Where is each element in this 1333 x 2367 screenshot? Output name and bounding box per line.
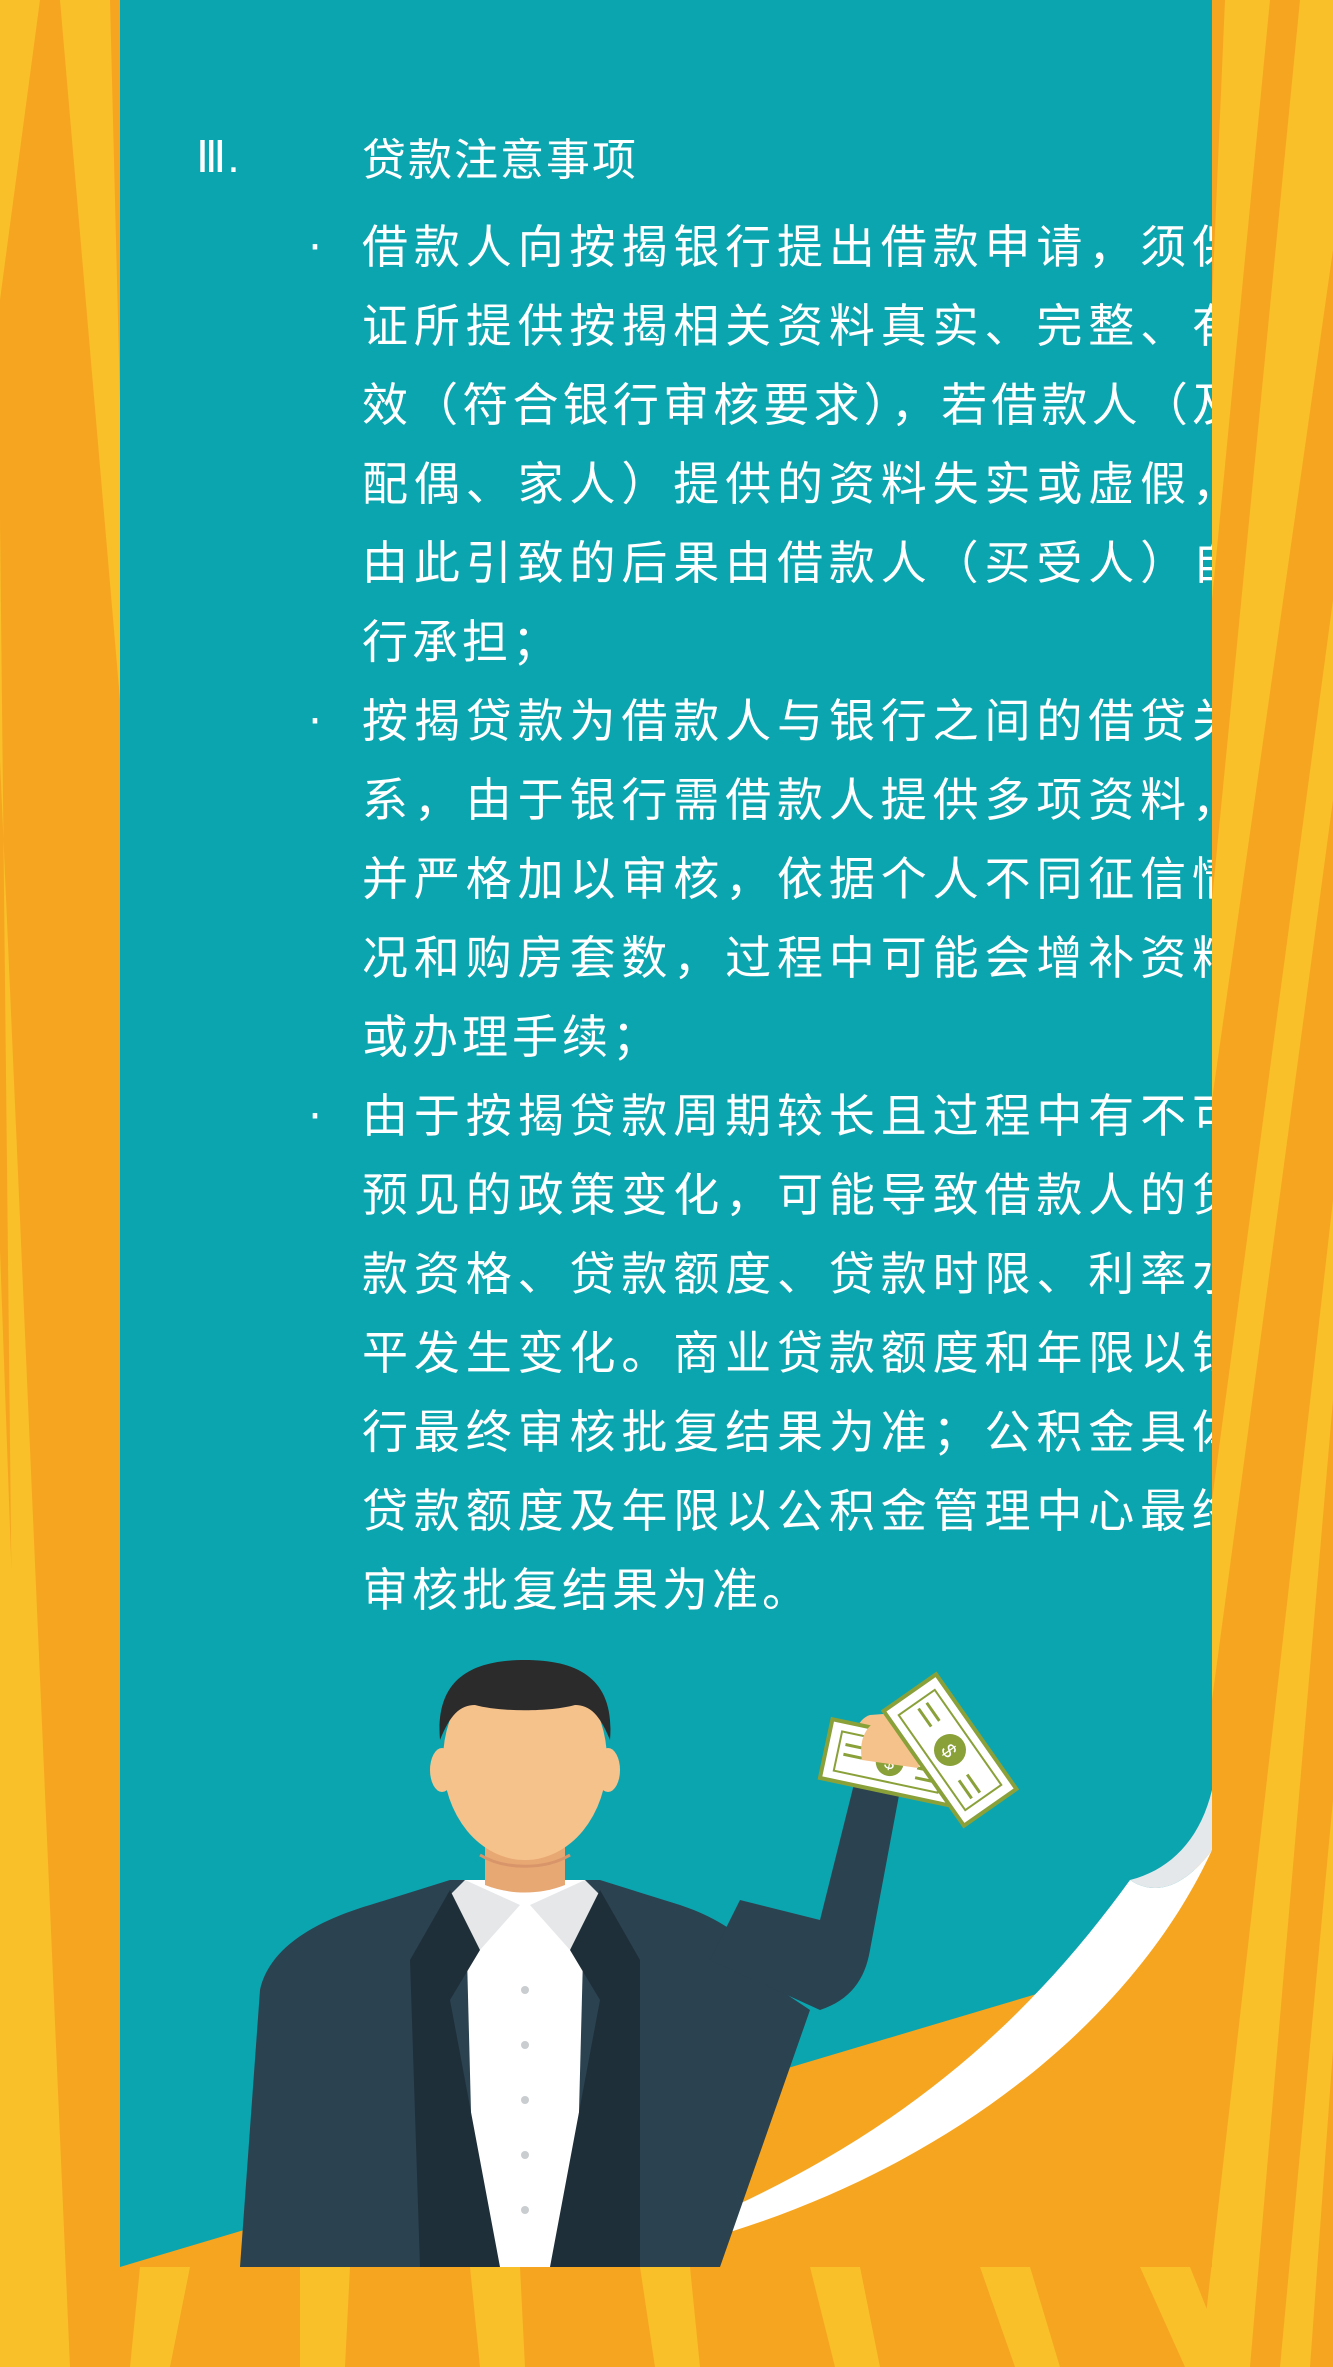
businessman-illustration: $ $: [240, 1660, 1020, 2267]
businessman-icon: [240, 1660, 924, 2267]
teal-card: Ⅲ. 贷款注意事项 · 借款人向按揭银行提出借款申请，须保证所提供按揭相关资料真…: [120, 0, 1212, 2267]
